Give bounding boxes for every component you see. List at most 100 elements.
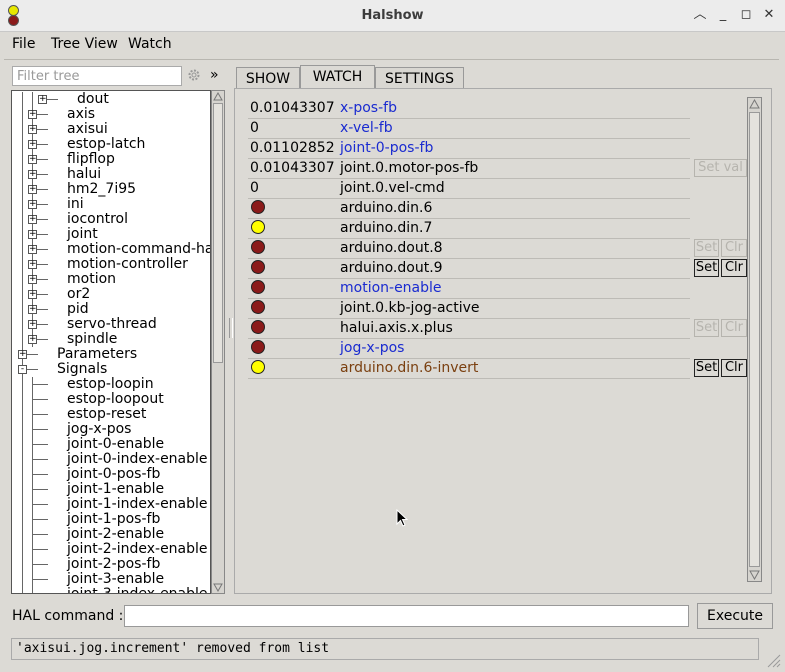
tree-item[interactable]: + Parameters — [12, 347, 210, 362]
expand-node-icon[interactable]: + — [28, 260, 37, 269]
set-button[interactable]: Set — [694, 259, 719, 277]
menu-tree-view[interactable]: Tree View — [51, 36, 118, 52]
scroll-down-icon[interactable] — [749, 570, 760, 580]
tree-item[interactable]: joint-0-pos-fb — [12, 467, 210, 482]
expand-icon[interactable]: » — [210, 67, 219, 83]
tree-item[interactable]: + halui — [12, 167, 210, 182]
watch-scroll-thumb[interactable] — [749, 112, 760, 567]
expand-node-icon[interactable]: + — [28, 200, 37, 209]
tree-item[interactable]: + pid — [12, 302, 210, 317]
tree-item[interactable]: joint-0-index-enable — [12, 452, 210, 467]
tree-item[interactable]: estop-loopout — [12, 392, 210, 407]
expand-node-icon[interactable]: + — [28, 140, 37, 149]
expand-node-icon[interactable]: + — [28, 290, 37, 299]
filter-tree-input[interactable] — [12, 66, 182, 86]
watch-item-name[interactable]: arduino.dout.8 — [340, 240, 443, 256]
maximize-icon[interactable]: ◻ — [738, 7, 754, 23]
watch-item-name[interactable]: joint.0.motor-pos-fb — [340, 160, 478, 176]
menu-watch[interactable]: Watch — [128, 36, 172, 52]
tree-item[interactable]: joint-3-index-enable — [12, 587, 210, 593]
scroll-up-icon[interactable] — [749, 99, 760, 109]
tree-item[interactable]: joint-1-enable — [12, 482, 210, 497]
expand-node-icon[interactable]: + — [28, 245, 37, 254]
expand-node-icon[interactable]: + — [28, 125, 37, 134]
gear-icon[interactable] — [187, 68, 201, 82]
watch-item-name[interactable]: motion-enable — [340, 280, 442, 296]
tab-watch[interactable]: WATCH — [300, 65, 375, 89]
tree-item[interactable]: + ini — [12, 197, 210, 212]
expand-node-icon[interactable]: + — [38, 95, 47, 104]
watch-item-name[interactable]: arduino.din.6-invert — [340, 360, 478, 376]
expand-node-icon[interactable]: + — [28, 155, 37, 164]
tree-item[interactable]: + or2 — [12, 287, 210, 302]
menu-file[interactable]: File — [12, 36, 35, 52]
tree-item[interactable]: + servo-thread — [12, 317, 210, 332]
tree-item[interactable]: + axis — [12, 107, 210, 122]
watch-item-name[interactable]: joint.0.kb-jog-active — [340, 300, 480, 316]
tree-item[interactable]: + hm2_7i95 — [12, 182, 210, 197]
scroll-down-icon[interactable] — [213, 583, 223, 592]
watch-item-name[interactable]: x-pos-fb — [340, 100, 397, 116]
expand-node-icon[interactable]: + — [28, 275, 37, 284]
expand-node-icon[interactable]: + — [28, 320, 37, 329]
watch-scrollbar[interactable] — [747, 97, 762, 582]
hal-command-input[interactable] — [124, 605, 689, 627]
watch-item-name[interactable]: arduino.din.6 — [340, 200, 432, 216]
watch-item-name[interactable]: x-vel-fb — [340, 120, 393, 136]
shade-icon[interactable]: ︿ — [692, 7, 708, 23]
clear-button[interactable]: Clr — [721, 259, 747, 277]
tree-item[interactable]: + motion — [12, 272, 210, 287]
tree-item[interactable]: - Signals — [12, 362, 210, 377]
tree-item[interactable]: + motion-command-har — [12, 242, 210, 257]
expand-node-icon[interactable]: + — [28, 215, 37, 224]
tree-item[interactable]: joint-2-enable — [12, 527, 210, 542]
tree-scroll-thumb[interactable] — [213, 103, 223, 363]
watch-item-name[interactable]: arduino.dout.9 — [340, 260, 443, 276]
clear-button[interactable]: Clr — [721, 359, 747, 377]
watch-item-name[interactable]: halui.axis.x.plus — [340, 320, 453, 336]
set-value-button[interactable]: Set val — [694, 159, 747, 177]
tree-item[interactable]: + axisui — [12, 122, 210, 137]
watch-item-name[interactable]: joint.0.vel-cmd — [340, 180, 445, 196]
tree-item[interactable]: joint-2-index-enable — [12, 542, 210, 557]
pane-splitter[interactable] — [229, 318, 233, 338]
expand-node-icon[interactable]: + — [28, 335, 37, 344]
tree-item[interactable]: joint-2-pos-fb — [12, 557, 210, 572]
set-button[interactable]: Set — [694, 319, 719, 337]
expand-node-icon[interactable]: + — [28, 305, 37, 314]
set-button[interactable]: Set — [694, 359, 719, 377]
tree-item[interactable]: jog-x-pos — [12, 422, 210, 437]
tree-scrollbar[interactable] — [211, 90, 225, 594]
clear-button[interactable]: Clr — [721, 239, 747, 257]
tree-item[interactable]: joint-1-pos-fb — [12, 512, 210, 527]
resize-grip-icon[interactable] — [765, 652, 781, 668]
tree-item[interactable]: + spindle — [12, 332, 210, 347]
expand-node-icon[interactable]: + — [28, 110, 37, 119]
tree-item[interactable]: + flipflop — [12, 152, 210, 167]
hal-tree[interactable]: + dout + axis + axisui + estop-latch + flipflop + h… — [11, 90, 211, 594]
expand-node-icon[interactable]: + — [28, 185, 37, 194]
expand-node-icon[interactable]: + — [28, 170, 37, 179]
watch-item-name[interactable]: arduino.din.7 — [340, 220, 432, 236]
execute-button[interactable]: Execute — [697, 603, 773, 629]
tree-item[interactable]: estop-reset — [12, 407, 210, 422]
tab-settings[interactable]: SETTINGS — [375, 67, 464, 89]
set-button[interactable]: Set — [694, 239, 719, 257]
tab-show[interactable]: SHOW — [236, 67, 300, 89]
tree-item[interactable]: + dout — [12, 92, 210, 107]
scroll-up-icon[interactable] — [213, 92, 223, 101]
expand-node-icon[interactable]: + — [28, 230, 37, 239]
watch-item-name[interactable]: jog-x-pos — [340, 340, 404, 356]
expand-node-icon[interactable]: + — [18, 350, 27, 359]
collapse-node-icon[interactable]: - — [18, 365, 27, 374]
tree-item[interactable]: estop-loopin — [12, 377, 210, 392]
tree-item[interactable]: + joint — [12, 227, 210, 242]
tree-item[interactable]: joint-0-enable — [12, 437, 210, 452]
tree-item[interactable]: + iocontrol — [12, 212, 210, 227]
tree-item[interactable]: + estop-latch — [12, 137, 210, 152]
minimize-icon[interactable]: _ — [715, 7, 731, 23]
close-icon[interactable]: ✕ — [761, 7, 777, 23]
clear-button[interactable]: Clr — [721, 319, 747, 337]
tree-item[interactable]: joint-3-enable — [12, 572, 210, 587]
tree-item[interactable]: joint-1-index-enable — [12, 497, 210, 512]
